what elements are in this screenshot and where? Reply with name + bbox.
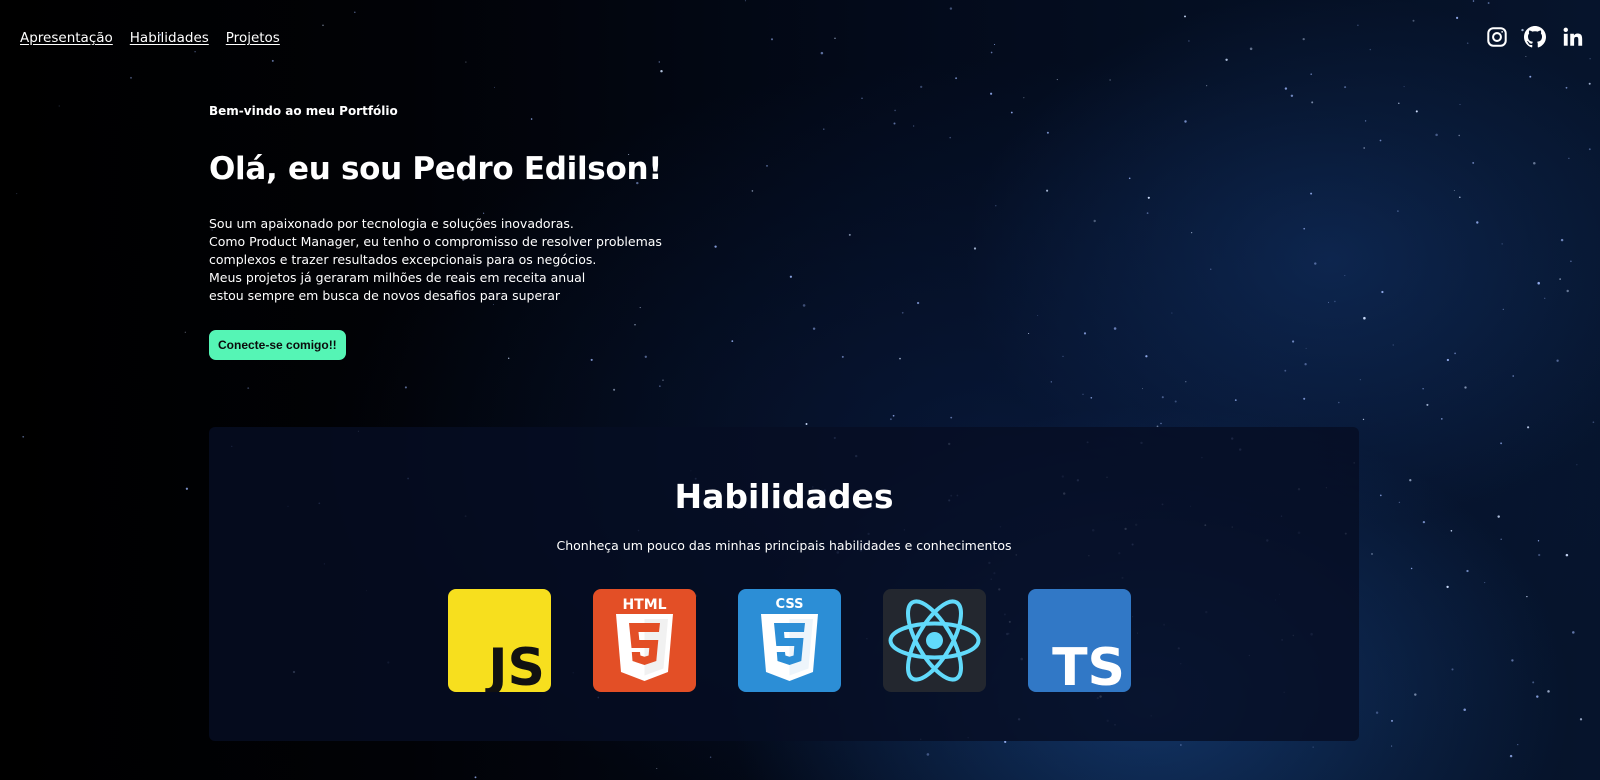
bio-line: Sou um apaixonado por tecnologia e soluç… <box>209 216 574 231</box>
skills-title: Habilidades <box>674 477 894 516</box>
react-icon <box>882 589 986 692</box>
top-navigation: Apresentação Habilidades Projetos <box>20 30 280 46</box>
javascript-icon: JS <box>447 589 551 692</box>
bio-line: Como Product Manager, eu tenho o comprom… <box>209 234 662 249</box>
skills-subtitle: Chonheça um pouco das minhas principais … <box>556 538 1012 553</box>
typescript-icon: TS <box>1027 589 1131 692</box>
bio-line: estou sempre em busca de novos desafios … <box>209 288 561 303</box>
html5-icon: HTML <box>592 589 696 692</box>
instagram-icon[interactable] <box>1486 26 1508 48</box>
connect-button[interactable]: Conecte-se comigo!! <box>209 330 346 360</box>
hero-title: Olá, eu sou Pedro Edilson! <box>209 151 663 187</box>
nav-link-habilidades[interactable]: Habilidades <box>130 30 209 46</box>
javascript-logo-text: JS <box>485 638 545 692</box>
bio-line: complexos e trazer resultados excepciona… <box>209 252 597 267</box>
github-icon[interactable] <box>1524 26 1546 48</box>
nav-link-apresentacao[interactable]: Apresentação <box>20 30 113 46</box>
nav-link-projetos[interactable]: Projetos <box>226 30 280 46</box>
html5-logo-text: HTML <box>622 597 666 613</box>
welcome-text: Bem-vindo ao meu Portfólio <box>209 104 398 118</box>
bio-text: Sou um apaixonado por tecnologia e soluç… <box>209 215 809 305</box>
skills-icon-row: JS HTML CSS TS <box>209 589 1359 692</box>
typescript-logo-text: TS <box>1052 638 1125 692</box>
hero-section: Bem-vindo ao meu Portfólio Olá, eu sou P… <box>209 104 809 360</box>
bio-line: Meus projetos já geraram milhões de reai… <box>209 270 586 285</box>
linkedin-icon[interactable] <box>1562 26 1584 48</box>
css3-logo-text: CSS <box>775 597 803 612</box>
css3-icon: CSS <box>737 589 841 692</box>
social-links <box>1486 26 1584 48</box>
skills-section: Habilidades Chonheça um pouco das minhas… <box>209 427 1359 741</box>
